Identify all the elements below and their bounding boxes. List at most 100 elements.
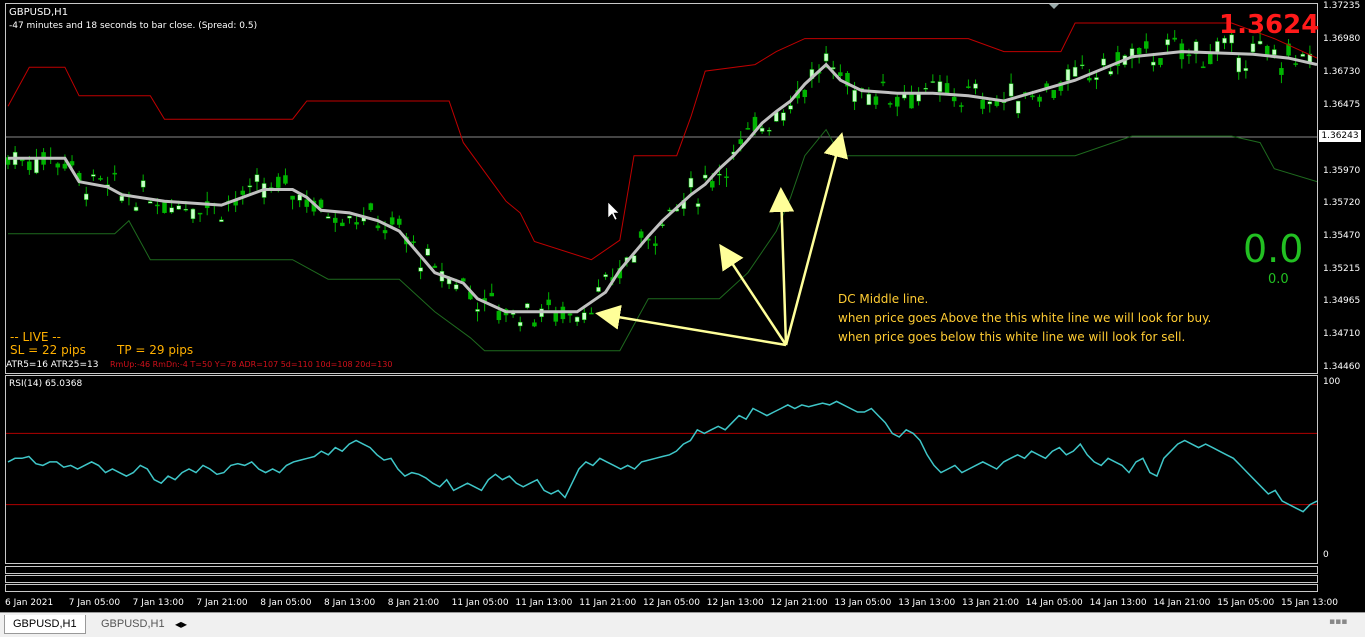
candle-body [1172, 37, 1177, 40]
mouse-cursor-icon [607, 201, 620, 221]
candle-body [759, 127, 765, 132]
price-tick-label: 1.34965 [1323, 296, 1361, 307]
candle-body [574, 316, 580, 323]
candle-body [1300, 53, 1306, 57]
candle-body [382, 230, 388, 234]
candle-body [1136, 48, 1142, 55]
annotation-sell: when price goes below this white line we… [838, 330, 1186, 344]
candle-body [1158, 58, 1163, 65]
candle-body [902, 93, 907, 99]
candle-body [461, 278, 466, 282]
time-tick-label: 14 Jan 05:00 [1025, 598, 1083, 608]
candle-body [1079, 64, 1085, 67]
candle-body [653, 243, 658, 246]
tab-gbpusd-h1-active[interactable]: GBPUSD,H1 [4, 615, 86, 634]
candle-body [603, 274, 608, 277]
candle-body [176, 205, 181, 210]
candle-body [169, 207, 174, 213]
candle-body [340, 222, 345, 227]
rsi-panel[interactable] [5, 375, 1318, 564]
candle-body [496, 310, 502, 321]
candle-body [966, 86, 971, 88]
candle-body [1030, 95, 1035, 98]
candle-body [453, 284, 459, 290]
candle-body [567, 313, 573, 316]
time-tick-label: 12 Jan 21:00 [770, 598, 828, 608]
candle-body [1094, 77, 1099, 80]
rsi-canvas[interactable] [6, 376, 1318, 564]
candle-body [788, 105, 793, 110]
price-tick-label: 1.36475 [1323, 99, 1361, 110]
time-tick-label: 13 Jan 05:00 [834, 598, 892, 608]
chart-tab-bar: GBPUSD,H1 GBPUSD,H1 ◂▸ ▪▪▪ [0, 612, 1365, 637]
candle-body [354, 222, 359, 225]
candle-body [1250, 43, 1256, 53]
price-tick-label: 1.34460 [1323, 362, 1361, 372]
candle-body [937, 81, 943, 93]
candle-body [290, 195, 295, 200]
candle-body [581, 312, 587, 320]
candle-body [1072, 66, 1078, 77]
candle-body [1200, 66, 1206, 69]
time-tick-label: 12 Jan 05:00 [643, 598, 700, 608]
sl-label: SL = 22 pips [10, 343, 86, 357]
candle-body [838, 72, 843, 77]
candle-body [333, 217, 338, 223]
bar-countdown: -47 minutes and 18 seconds to bar close.… [9, 21, 258, 31]
rsi-label: RSI(14) 65.0368 [9, 379, 83, 389]
zero-small: 0.0 [1268, 272, 1289, 287]
scroll-right-icon[interactable]: ▸ [181, 617, 187, 631]
price-tick-label: 1.36980 [1323, 34, 1361, 45]
candle-body [880, 81, 886, 84]
time-tick-label: 6 Jan 2021 [5, 598, 54, 608]
candle-body [951, 96, 957, 102]
candle-body [766, 130, 772, 132]
candle-body [852, 90, 857, 102]
candle-body [517, 321, 523, 327]
candle-body [148, 201, 153, 204]
candle-body [660, 224, 665, 226]
candle-body [1257, 40, 1263, 45]
candle-body [781, 112, 786, 121]
range-info: RmUp:-46 RmDn:-4 T=50 Y=78 ADR=107 5d=11… [110, 360, 393, 369]
candle-body [638, 231, 644, 238]
time-tick-label: 8 Jan 05:00 [260, 598, 312, 608]
candle-body [1151, 61, 1156, 66]
candle-body [823, 53, 829, 62]
live-label: -- LIVE -- [10, 330, 61, 344]
candle-body [133, 206, 139, 211]
annotation-arrow [784, 132, 848, 346]
candle-body [1015, 100, 1021, 114]
candle-body [887, 103, 893, 105]
resize-grip-icon[interactable]: ▪▪▪ [1329, 617, 1359, 631]
candle-body [1144, 41, 1149, 49]
candle-body [240, 190, 246, 195]
time-tick-label: 14 Jan 21:00 [1153, 598, 1211, 608]
candle-body [738, 139, 744, 144]
candle-body [183, 208, 189, 211]
candle-body [1186, 54, 1192, 57]
candle-body [1272, 49, 1277, 56]
candle-body [1293, 63, 1298, 65]
candle-body [389, 217, 395, 225]
candle-body [923, 88, 928, 90]
candle-body [1243, 68, 1249, 71]
time-tick-label: 14 Jan 13:00 [1089, 598, 1147, 608]
candle-body [1165, 39, 1170, 46]
tab-scroll-arrows[interactable]: ◂▸ [175, 617, 187, 631]
tp-label: TP = 29 pips [117, 343, 194, 357]
current-price-marker: 1.36243 [1319, 130, 1361, 142]
price-tick-label: 1.35215 [1323, 263, 1361, 274]
candle-body [276, 176, 281, 188]
time-tick-label: 11 Jan 05:00 [451, 598, 509, 608]
tab-gbpusd-h1[interactable]: GBPUSD,H1 [93, 615, 173, 633]
candle-body [930, 81, 936, 83]
candle-body [318, 199, 324, 208]
price-tick-label: 1.34710 [1323, 329, 1361, 340]
candle-body [69, 161, 75, 166]
candle-body [375, 225, 381, 229]
candle-body [1087, 77, 1092, 81]
candle-body [589, 312, 594, 315]
price-tick-label: 1.35970 [1323, 165, 1361, 176]
candle-body [909, 93, 914, 109]
